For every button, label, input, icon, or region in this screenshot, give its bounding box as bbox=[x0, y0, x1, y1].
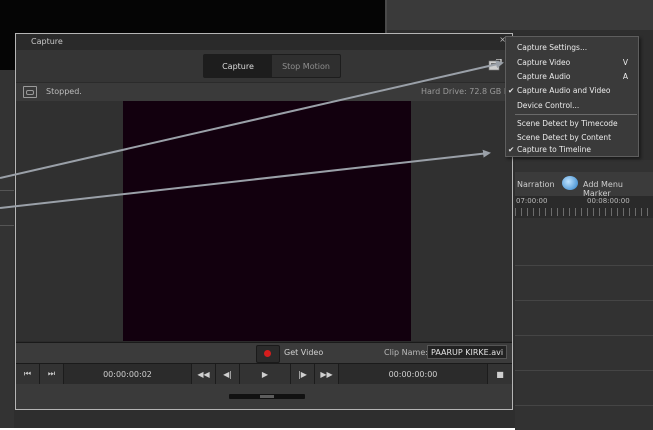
menu-shortcut: V bbox=[622, 58, 628, 67]
menu-item-label: Capture to Timeline bbox=[517, 145, 592, 154]
menu-item-capture-to-timeline[interactable]: ✔ Capture to Timeline bbox=[506, 143, 638, 157]
menu-item-device-control[interactable]: Device Control... bbox=[506, 99, 638, 113]
menu-item-label: Scene Detect by Content bbox=[517, 133, 612, 142]
menu-item-label: Capture Audio and Video bbox=[517, 86, 611, 95]
capture-options-menu: Capture Settings... Capture Video V Capt… bbox=[505, 36, 639, 157]
menu-item-label: Capture Video bbox=[517, 58, 571, 67]
menu-item-capture-audio-video[interactable]: ✔ Capture Audio and Video bbox=[506, 84, 638, 98]
menu-item-capture-video[interactable]: Capture Video V bbox=[506, 56, 638, 70]
menu-item-label: Scene Detect by Timecode bbox=[517, 119, 618, 128]
menu-item-scene-detect-timecode[interactable]: Scene Detect by Timecode bbox=[506, 117, 638, 131]
check-icon: ✔ bbox=[508, 86, 515, 95]
menu-item-label: Device Control... bbox=[517, 101, 580, 110]
menu-shortcut: A bbox=[622, 72, 628, 81]
check-icon: ✔ bbox=[508, 145, 515, 154]
menu-item-capture-settings[interactable]: Capture Settings... bbox=[506, 41, 638, 55]
menu-item-label: Capture Audio bbox=[517, 72, 571, 81]
menu-separator bbox=[515, 114, 637, 115]
menu-item-capture-audio[interactable]: Capture Audio A bbox=[506, 70, 638, 84]
menu-item-label: Capture Settings... bbox=[517, 43, 588, 52]
